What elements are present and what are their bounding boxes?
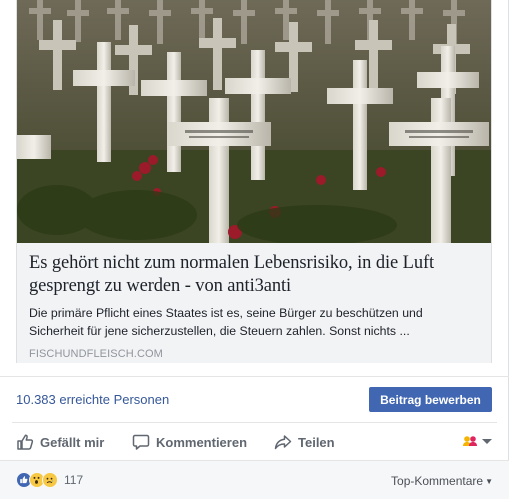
link-description: Die primäre Pflicht eines Staates ist es…: [29, 306, 423, 338]
cemetery-photo: [17, 0, 491, 243]
share-label: Teilen: [298, 434, 335, 450]
comment-button[interactable]: Kommentieren: [132, 431, 247, 453]
share-button[interactable]: Teilen: [274, 431, 335, 453]
link-preview-image[interactable]: [17, 0, 491, 243]
reaction-summary[interactable]: 117: [16, 472, 83, 488]
like-button[interactable]: Gefällt mir: [16, 431, 104, 453]
link-source-domain: FISCHUNDFLEISCH.COM: [29, 348, 163, 360]
reach-bar: 10.383 erreichte Personen Beitrag bewerb…: [0, 376, 509, 422]
audience-selector[interactable]: [461, 434, 493, 448]
comment-icon: [132, 434, 150, 450]
post-actions: Gefällt mir Kommentieren Teilen: [12, 422, 497, 460]
comment-sort-dropdown[interactable]: Top-Kommentare ▼: [391, 474, 493, 488]
comment-label: Kommentieren: [156, 434, 248, 450]
link-preview-card[interactable]: Es gehört nicht zum normalen Lebensrisik…: [16, 0, 492, 363]
chevron-down-icon: ▼: [485, 477, 493, 486]
sad-reaction-icon: [42, 472, 58, 488]
audience-selector-icon: [463, 436, 492, 446]
facebook-post: Es gehört nicht zum normalen Lebensrisik…: [0, 0, 509, 499]
link-title[interactable]: Es gehört nicht zum normalen Lebensrisik…: [29, 252, 479, 298]
share-arrow-icon: [274, 435, 292, 450]
reaction-count: 117: [64, 473, 84, 487]
comment-sort-label: Top-Kommentare: [391, 474, 484, 488]
reactions-footer: 117 Top-Kommentare ▼: [0, 460, 509, 499]
thumbs-up-icon: [17, 434, 34, 450]
like-label: Gefällt mir: [40, 434, 105, 450]
boost-post-button[interactable]: Beitrag bewerben: [369, 387, 492, 412]
reach-count-link[interactable]: 10.383 erreichte Personen: [16, 392, 169, 407]
link-preview-text[interactable]: Es gehört nicht zum normalen Lebensrisik…: [17, 243, 491, 363]
